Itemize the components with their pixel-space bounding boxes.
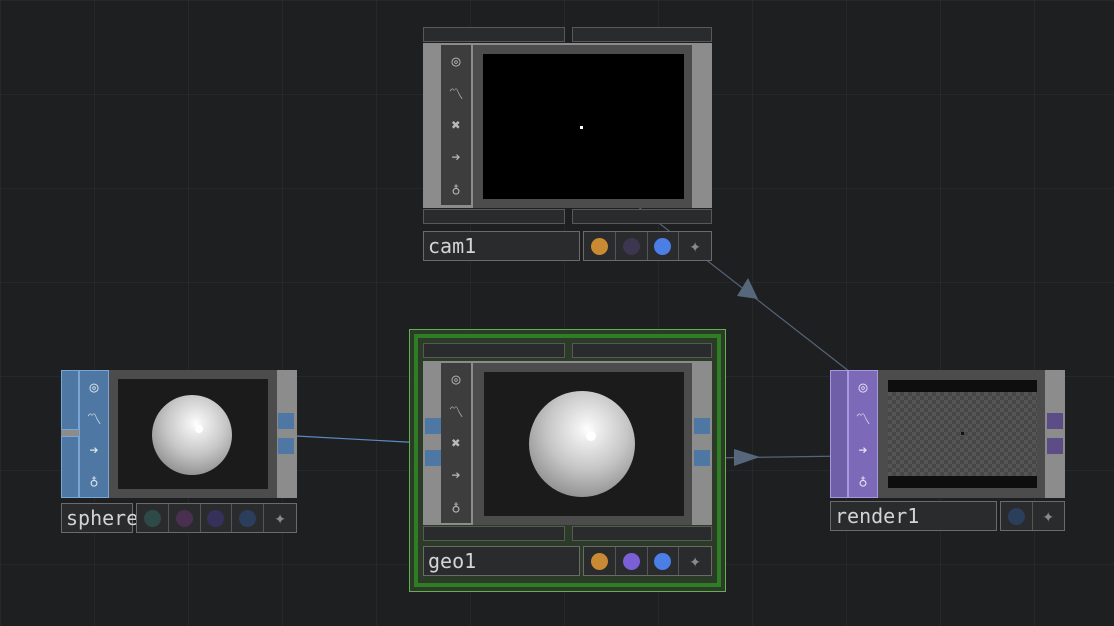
cam1-sidebar: ◎ 〽 ✖ ➔ ♁ xyxy=(441,45,471,205)
sphere1-sphere-preview xyxy=(152,395,232,475)
color-flag-icon xyxy=(622,237,640,255)
geo1-sphere-highlight xyxy=(586,431,596,441)
render1-viewer-flag[interactable] xyxy=(1001,502,1033,530)
render1-pin-flag[interactable]: ✦ xyxy=(1033,502,1064,530)
geo1-viewer[interactable] xyxy=(484,372,684,516)
geo1-display-flag[interactable] xyxy=(584,547,616,575)
cook-icon[interactable]: 〽 xyxy=(80,403,108,435)
sphere1-color-flag[interactable] xyxy=(169,504,201,532)
cam1-bottom-strip-right xyxy=(572,209,712,224)
bypass-icon[interactable]: ✖ xyxy=(441,109,471,141)
cam1-top-strip-right xyxy=(572,27,712,42)
viewer-flag-icon xyxy=(654,237,672,255)
geo1-sphere-preview xyxy=(529,391,635,497)
clone-icon[interactable]: ➔ xyxy=(849,434,877,466)
display-flag-icon xyxy=(590,237,608,255)
lock-icon[interactable]: ♁ xyxy=(441,173,471,205)
sphere1-node[interactable]: ◎ 〽 ➔ ♁ sphere1 ✦ xyxy=(61,370,297,533)
render1-output-connector-2[interactable] xyxy=(1047,438,1063,454)
render1-sidebar: ◎ 〽 ➔ ♁ xyxy=(848,370,878,498)
geo1-node[interactable]: ◎ 〽 ✖ ➔ ♁ geo1 ✦ xyxy=(423,343,712,579)
sphere1-input-connector-1[interactable] xyxy=(61,370,79,430)
cam1-bottom-strip-left xyxy=(423,209,565,224)
cam1-viewer[interactable] xyxy=(483,54,684,199)
cam1-name-label[interactable]: cam1 xyxy=(423,231,580,261)
cook-icon[interactable]: 〽 xyxy=(849,403,877,435)
geo1-output-connector-2[interactable] xyxy=(694,450,710,466)
lock-icon[interactable]: ♁ xyxy=(849,466,877,498)
geo1-top-strip-right xyxy=(572,343,712,358)
sphere1-output-connector-2[interactable] xyxy=(278,438,294,454)
geo1-top-strip-left xyxy=(423,343,565,358)
geo1-pin-flag[interactable]: ✦ xyxy=(679,547,711,575)
render1-output-connector-1[interactable] xyxy=(1047,413,1063,429)
render1-node[interactable]: ◎ 〽 ➔ ♁ render1 ✦ xyxy=(830,370,1065,533)
cam1-node[interactable]: ◎ 〽 ✖ ➔ ♁ cam1 ✦ xyxy=(423,27,712,261)
viewer-flag-icon xyxy=(207,509,225,527)
render1-name-label[interactable]: render1 xyxy=(830,501,997,531)
cook-icon[interactable]: 〽 xyxy=(441,77,471,109)
display-flag-icon xyxy=(590,552,608,570)
cam1-viewer-flag[interactable] xyxy=(648,232,680,260)
star-icon: ✦ xyxy=(689,549,701,572)
wire-arrow-geo1-render1 xyxy=(734,449,760,466)
sphere1-input-connector-2[interactable] xyxy=(61,436,79,498)
render1-flags: ✦ xyxy=(1000,501,1065,531)
viewer-toggle-icon[interactable]: ◎ xyxy=(80,371,108,403)
viewer-toggle-icon[interactable]: ◎ xyxy=(441,363,471,395)
wire-geo1-render1 xyxy=(710,455,849,459)
wire-arrow-cam1-render1 xyxy=(737,278,758,299)
star-icon: ✦ xyxy=(274,506,286,529)
cam1-color-flag[interactable] xyxy=(616,232,648,260)
sphere1-flags: ✦ xyxy=(136,503,297,533)
cam1-flags: ✦ xyxy=(583,231,712,261)
geo1-color-flag[interactable] xyxy=(616,547,648,575)
render1-viewer[interactable] xyxy=(888,380,1037,488)
geo1-name-label[interactable]: geo1 xyxy=(423,546,580,576)
display-flag-icon xyxy=(143,509,161,527)
viewer-flag-icon xyxy=(1007,507,1025,525)
cam1-display-flag[interactable] xyxy=(584,232,616,260)
geo1-bottom-strip-left xyxy=(423,526,565,541)
wire-sphere1-geo1 xyxy=(295,435,425,444)
star-icon: ✦ xyxy=(689,234,701,257)
render1-center-dot xyxy=(961,432,964,435)
sphere1-sphere-highlight xyxy=(195,425,203,433)
viewer-toggle-icon[interactable]: ◎ xyxy=(441,45,471,77)
lock-icon[interactable]: ♁ xyxy=(80,466,108,498)
cook-icon[interactable]: 〽 xyxy=(441,395,471,427)
sphere1-display-flag[interactable] xyxy=(137,504,169,532)
clone-icon[interactable]: ➔ xyxy=(441,141,471,173)
clone-icon[interactable]: ➔ xyxy=(441,459,471,491)
sphere1-viewer[interactable] xyxy=(118,379,268,489)
color-flag-icon xyxy=(175,509,193,527)
geo1-sidebar: ◎ 〽 ✖ ➔ ♁ xyxy=(441,363,471,523)
geo1-flags: ✦ xyxy=(583,546,712,576)
sphere1-pin-flag[interactable] xyxy=(232,504,265,532)
star-icon: ✦ xyxy=(1042,504,1054,527)
geo1-input-connector-1[interactable] xyxy=(425,418,441,434)
bypass-icon[interactable]: ✖ xyxy=(441,427,471,459)
sphere1-viewer-flag[interactable] xyxy=(201,504,233,532)
geo1-input-connector-2[interactable] xyxy=(425,450,441,466)
geo1-bottom-strip-right xyxy=(572,526,712,541)
cam1-pin-flag[interactable]: ✦ xyxy=(679,232,711,260)
sphere1-sidebar: ◎ 〽 ➔ ♁ xyxy=(79,370,109,498)
viewer-flag-icon xyxy=(654,552,672,570)
geo1-output-connector-1[interactable] xyxy=(694,418,710,434)
pin-flag-icon xyxy=(239,509,257,527)
viewer-toggle-icon[interactable]: ◎ xyxy=(849,371,877,403)
render1-input-strip[interactable] xyxy=(830,370,848,498)
camera-point xyxy=(580,126,583,129)
cam1-top-strip-left xyxy=(423,27,565,42)
lock-icon[interactable]: ♁ xyxy=(441,491,471,523)
sphere1-star-flag[interactable]: ✦ xyxy=(264,504,296,532)
color-flag-icon xyxy=(622,552,640,570)
sphere1-name-label[interactable]: sphere1 xyxy=(61,503,150,533)
geo1-viewer-flag[interactable] xyxy=(648,547,680,575)
clone-icon[interactable]: ➔ xyxy=(80,434,108,466)
sphere1-output-connector-1[interactable] xyxy=(278,413,294,429)
